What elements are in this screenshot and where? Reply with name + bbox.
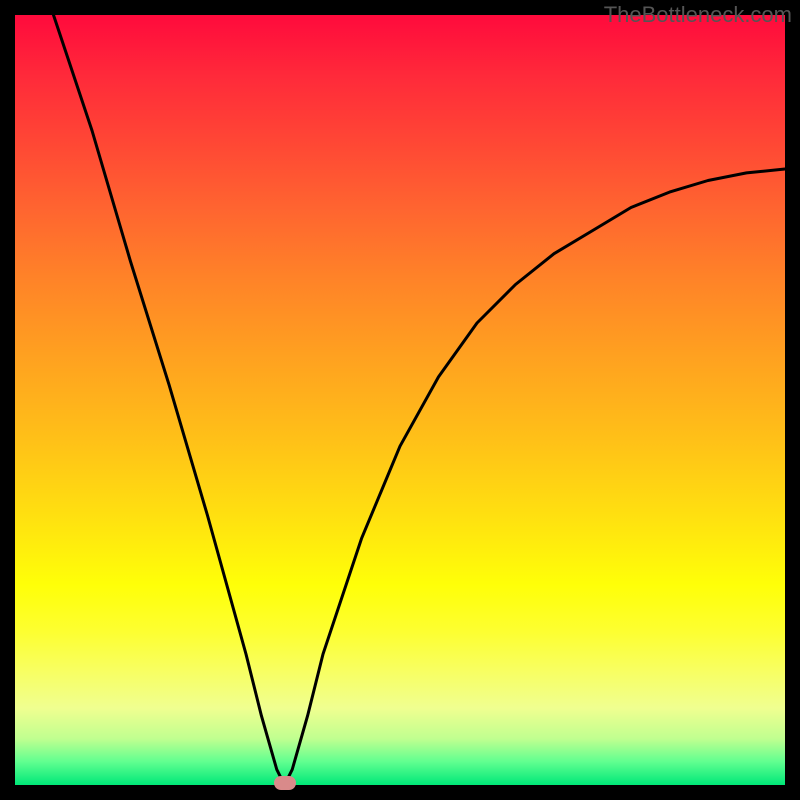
- watermark-text: TheBottleneck.com: [604, 2, 792, 28]
- bottleneck-curve: [15, 15, 785, 785]
- optimal-marker: [274, 776, 296, 790]
